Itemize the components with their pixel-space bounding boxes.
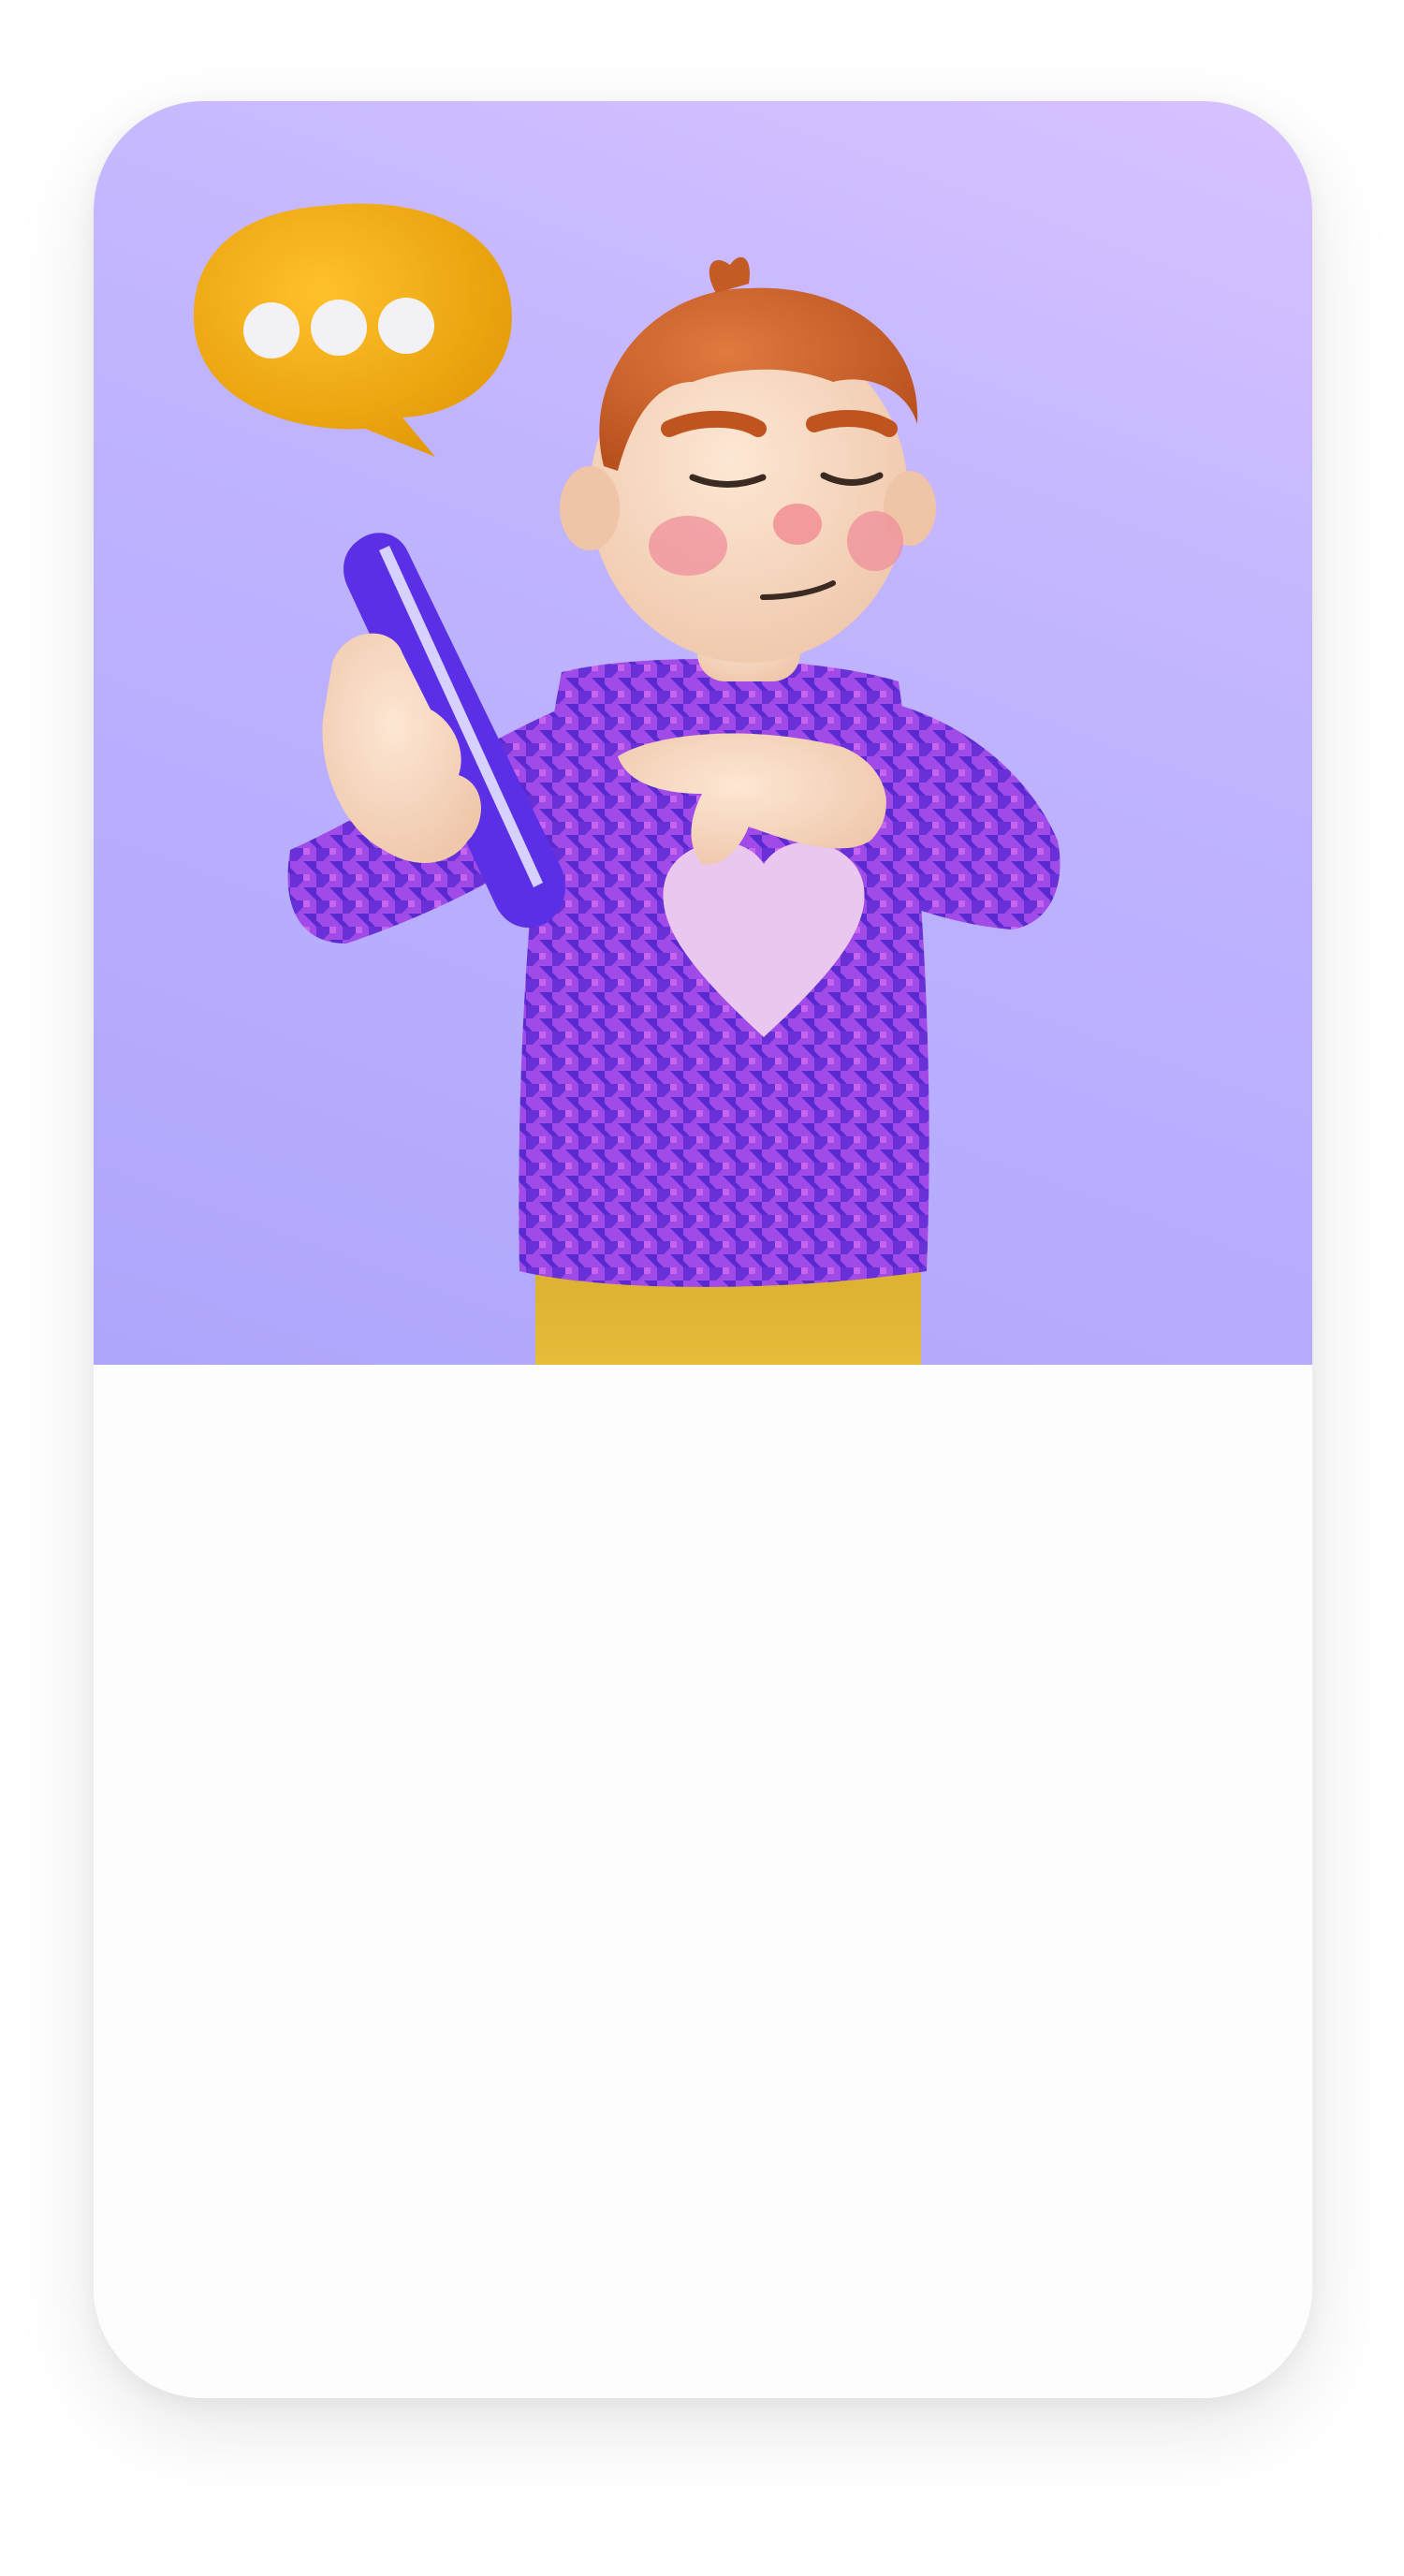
hero-illustration: [94, 101, 1312, 1365]
chat-bubble-icon: [193, 203, 512, 458]
character-illustration: [193, 203, 1060, 1365]
product-card: [94, 101, 1312, 2398]
card-body: [94, 1365, 1312, 2398]
